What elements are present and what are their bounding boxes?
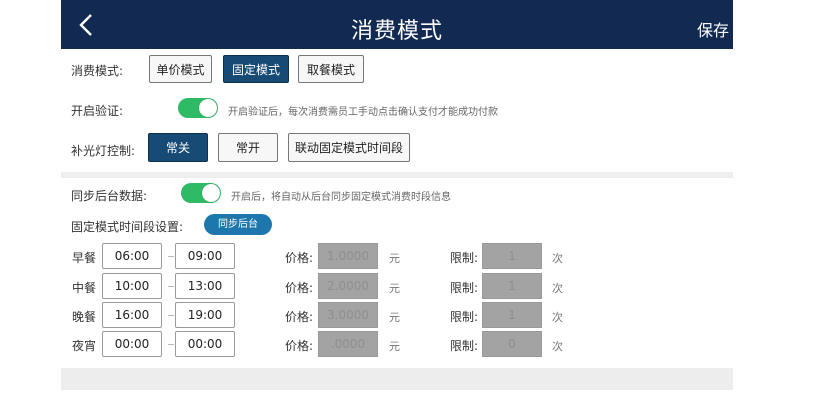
meal-name: 夜宵 [72, 339, 97, 353]
limit-label: 限制: [450, 281, 479, 295]
toggle-knob [199, 99, 217, 117]
start-time-input[interactable]: 16:00 [102, 302, 162, 328]
time-separator [168, 344, 174, 345]
limit-unit: 次 [552, 340, 563, 353]
price-unit: 元 [389, 282, 400, 295]
limit-unit: 次 [552, 252, 563, 265]
limit-unit: 次 [552, 282, 563, 295]
price-label: 价格: [285, 281, 314, 295]
sync-label: 同步后台数据: [71, 189, 148, 203]
verification-label: 开启验证: [71, 104, 124, 118]
limit-input[interactable]: 1 [482, 302, 542, 328]
consumption-mode-label: 消费模式: [71, 64, 124, 78]
price-input[interactable]: 3.0000 [318, 302, 378, 328]
meal-name: 早餐 [72, 251, 97, 265]
limit-input[interactable]: 1 [482, 273, 542, 299]
price-unit: 元 [389, 311, 400, 324]
toggle-knob [202, 184, 220, 202]
limit-unit: 次 [552, 311, 563, 324]
start-time-input[interactable]: 10:00 [102, 273, 162, 299]
end-time-input[interactable]: 13:00 [175, 273, 235, 299]
start-time-input[interactable]: 06:00 [102, 243, 162, 269]
sync-toggle[interactable] [181, 183, 221, 203]
price-input[interactable]: 2.0000 [318, 273, 378, 299]
sync-backend-button[interactable]: 同步后台 [204, 214, 272, 235]
unit-price-mode-button[interactable]: 单价模式 [149, 55, 212, 83]
fill-light-label: 补光灯控制: [71, 144, 136, 158]
verification-hint: 开启验证后，每次消费需员工手动点击确认支付才能成功付款 [228, 107, 498, 118]
price-input[interactable]: 1.0000 [318, 243, 378, 269]
price-label: 价格: [285, 310, 314, 324]
link-fixed-mode-period-button[interactable]: 联动固定模式时间段 [288, 133, 410, 162]
limit-label: 限制: [450, 339, 479, 353]
price-label: 价格: [285, 339, 314, 353]
bottom-bar [61, 368, 733, 390]
schedule-label: 固定模式时间段设置: [71, 220, 184, 234]
price-input[interactable]: .0000 [318, 331, 378, 357]
fixed-mode-button[interactable]: 固定模式 [223, 55, 289, 83]
always-off-button[interactable]: 常关 [148, 133, 208, 162]
start-time-input[interactable]: 00:00 [102, 331, 162, 357]
meal-pickup-mode-button[interactable]: 取餐模式 [298, 55, 364, 83]
meal-name: 中餐 [72, 281, 97, 295]
time-separator [168, 256, 174, 257]
top-bar: 消费模式 保存 [61, 0, 733, 49]
price-unit: 元 [389, 340, 400, 353]
consumption-mode-screen: 消费模式 保存 消费模式: 单价模式 固定模式 取餐模式 开启验证: 开启验证后… [61, 0, 733, 400]
verification-toggle[interactable] [178, 98, 218, 118]
page-title: 消费模式 [350, 19, 443, 44]
time-separator [168, 286, 174, 287]
end-time-input[interactable]: 00:00 [175, 331, 235, 357]
end-time-input[interactable]: 09:00 [175, 243, 235, 269]
price-unit: 元 [389, 252, 400, 265]
limit-label: 限制: [450, 251, 479, 265]
limit-input[interactable]: 0 [482, 331, 542, 357]
limit-input[interactable]: 1 [482, 243, 542, 269]
section-divider [61, 172, 733, 178]
sync-hint: 开启后，将自动从后台同步固定模式消费时段信息 [231, 192, 451, 203]
price-label: 价格: [285, 251, 314, 265]
meal-name: 晚餐 [72, 310, 97, 324]
always-on-button[interactable]: 常开 [218, 133, 278, 162]
time-separator [168, 315, 174, 316]
save-button[interactable]: 保存 [697, 17, 729, 41]
end-time-input[interactable]: 19:00 [175, 302, 235, 328]
limit-label: 限制: [450, 310, 479, 324]
